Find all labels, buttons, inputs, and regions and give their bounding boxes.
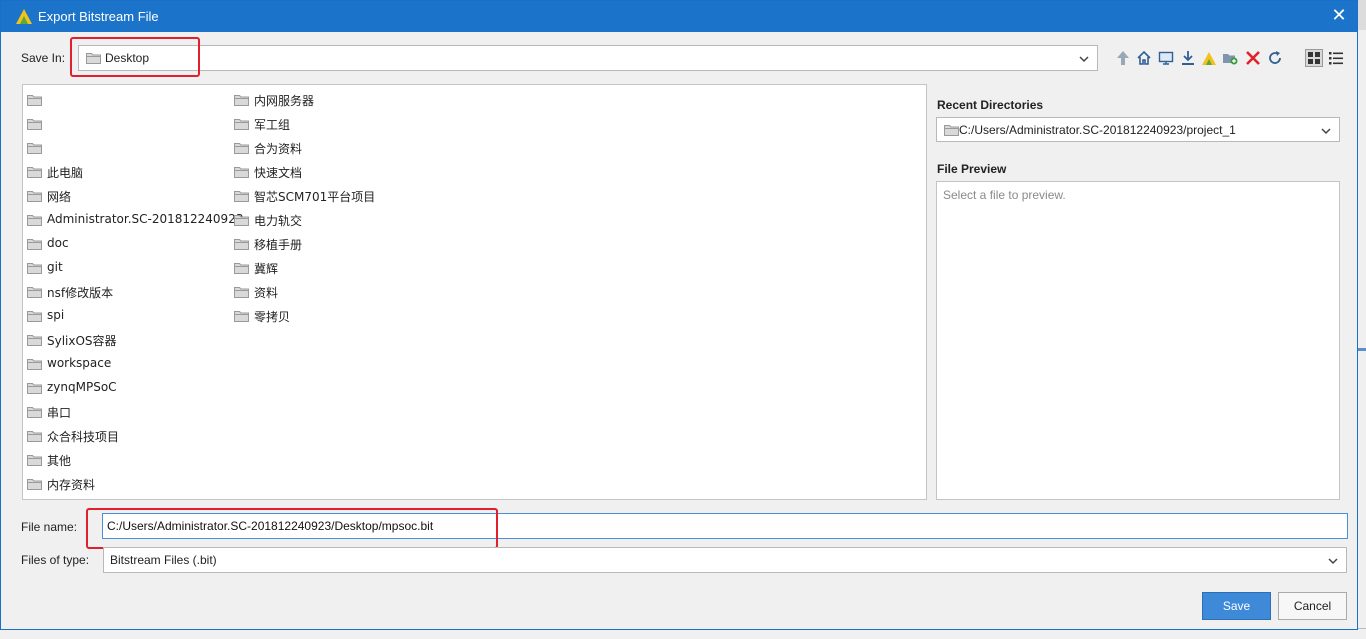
file-list-item-label: 快速文档 [254,166,303,180]
folder-icon [234,310,249,322]
folder-icon [27,94,42,106]
file-preview-panel: Select a file to preview. [936,181,1340,500]
folder-icon [27,334,42,346]
folder-icon [234,238,249,250]
background-window-right [1357,30,1366,630]
file-preview-heading: File Preview [937,162,1007,176]
file-list-item-label: nsf修改版本 [47,286,114,300]
file-list-item-label: 内存资料 [47,478,96,492]
file-list-item-label: 移植手册 [254,238,303,252]
save-in-label: Save In: [21,51,66,65]
file-list-item-label: 此电脑 [47,166,84,180]
file-list[interactable]: 此电脑网络 Administrator.SC-201812240923 doc git… [22,84,927,500]
save-in-select[interactable]: Desktop [78,45,1098,71]
file-list-item-label: 其他 [47,454,72,468]
file-list-item-label: spi [47,308,65,322]
file-name-label: File name: [21,520,78,534]
file-name-input[interactable] [103,514,1347,538]
save-in-value: Desktop [105,51,150,65]
download-icon[interactable] [1178,47,1198,69]
title-bar[interactable]: Export Bitstream File ✕ [1,1,1357,32]
file-list-item-label: zynqMPSoC [47,380,117,394]
folder-icon [27,118,42,130]
file-list-item-label: Administrator.SC-201812240923 [47,212,244,226]
list-view-icon[interactable] [1326,47,1346,69]
file-list-item-label: 智芯SCM701平台项目 [254,190,376,204]
folder-icon [86,52,101,64]
folder-icon [27,382,42,394]
folder-icon [234,190,249,202]
folder-icon [27,238,42,250]
folder-icon [27,430,42,442]
project-icon[interactable] [1199,47,1219,69]
folder-icon [944,124,959,136]
recent-directories-heading: Recent Directories [937,98,1044,112]
file-list-item-label: 串口 [47,406,72,420]
file-list-item-label: git [47,260,63,274]
file-preview-placeholder: Select a file to preview. [943,188,1066,202]
folder-icon [234,94,249,106]
folder-icon [234,262,249,274]
folder-icon [27,454,42,466]
files-of-type-select[interactable]: Bitstream Files (.bit) [103,547,1347,573]
files-of-type-label: Files of type: [21,553,90,567]
close-icon[interactable]: ✕ [1329,6,1349,26]
cancel-button[interactable]: Cancel [1278,592,1347,620]
file-list-item-label: 内网服务器 [254,94,315,108]
recent-directories-value: C:/Users/Administrator.SC-201812240923/p… [959,123,1236,137]
background-divider [1358,348,1366,351]
folder-icon [27,214,42,226]
file-list-item-label: 冀辉 [254,262,279,276]
folder-icon [234,214,249,226]
files-of-type-value: Bitstream Files (.bit) [110,553,217,567]
folder-icon [27,190,42,202]
refresh-icon[interactable] [1265,47,1285,69]
file-list-item-label: 众合科技项目 [47,430,120,444]
save-button[interactable]: Save [1202,592,1271,620]
file-list-item-label: 电力轨交 [254,214,303,228]
app-logo-icon [15,8,33,25]
file-list-item-label: 网络 [47,190,72,204]
folder-icon [27,406,42,418]
up-one-level-icon[interactable] [1113,47,1133,69]
chevron-down-icon [1328,555,1338,565]
file-list-item-label: SylixOS容器 [47,334,117,348]
folder-icon [27,478,42,490]
file-list-item-label: 军工组 [254,118,291,132]
folder-icon [27,262,42,274]
folder-icon [27,166,42,178]
folder-icon [27,142,42,154]
file-list-item-label: doc [47,236,69,250]
folder-icon [234,166,249,178]
folder-icon [27,310,42,322]
folder-icon [27,358,42,370]
file-list-item-label: workspace [47,356,112,370]
folder-icon [234,142,249,154]
chevron-down-icon [1079,53,1089,63]
file-list-item-label: 资料 [254,286,279,300]
folder-icon [234,118,249,130]
desktop-icon[interactable] [1156,47,1176,69]
home-icon[interactable] [1134,47,1154,69]
folder-icon [234,286,249,298]
grid-view-icon[interactable] [1304,47,1324,69]
file-name-field[interactable] [102,513,1348,539]
dialog-title: Export Bitstream File [38,9,159,24]
chevron-down-icon [1321,125,1331,135]
export-dialog: Export Bitstream File ✕ Save In: Desktop [0,0,1358,630]
file-list-item-label: 零拷贝 [254,310,291,324]
file-list-item-label: 合为资料 [254,142,303,156]
new-folder-icon[interactable] [1220,47,1240,69]
folder-icon [27,286,42,298]
delete-icon[interactable] [1243,47,1263,69]
recent-directories-select[interactable]: C:/Users/Administrator.SC-201812240923/p… [936,117,1340,142]
